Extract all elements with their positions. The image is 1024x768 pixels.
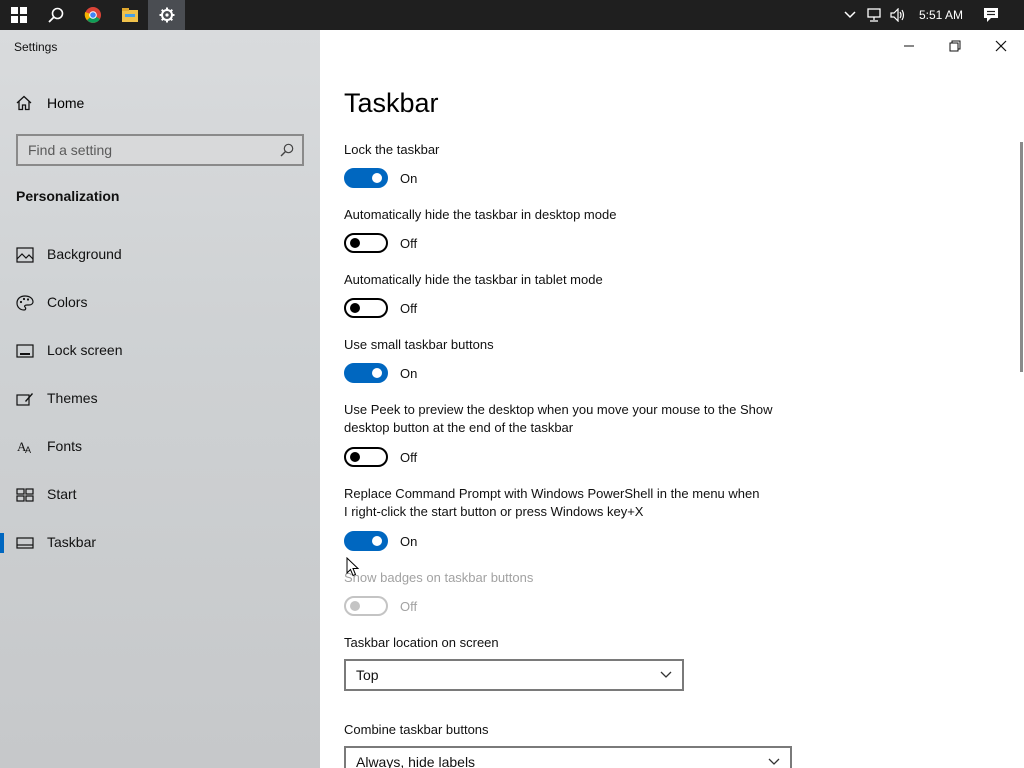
search-input[interactable] (18, 136, 268, 164)
sidebar-item-label: Lock screen (47, 342, 123, 358)
powershell-toggle[interactable] (344, 531, 388, 551)
sidebar-item-colors[interactable]: Colors (0, 283, 320, 323)
section-heading: Personalization (16, 188, 120, 204)
setting-lock-taskbar: Lock the taskbar On (344, 141, 814, 188)
volume-icon[interactable] (887, 0, 909, 30)
dropdown-value: Top (356, 667, 379, 683)
toggle-state: Off (400, 449, 418, 465)
toggle-state: Off (400, 300, 418, 316)
page-title: Taskbar (344, 88, 439, 118)
sidebar-item-label: Themes (47, 390, 98, 406)
dropdown-value: Always, hide labels (356, 754, 476, 768)
scrollbar[interactable] (1020, 142, 1023, 372)
setting-combine: Combine taskbar buttons (344, 721, 814, 739)
sidebar-item-taskbar[interactable]: Taskbar (0, 523, 320, 563)
setting-label: Use Peek to preview the desktop when you… (344, 402, 773, 435)
sidebar-item-start[interactable]: Start (0, 475, 320, 515)
setting-badges: Show badges on taskbar buttons Off (344, 569, 814, 616)
autohide-desktop-toggle[interactable] (344, 233, 388, 253)
chrome-icon[interactable] (74, 0, 111, 30)
home-label: Home (47, 95, 85, 111)
mouse-cursor-icon (346, 557, 360, 577)
restore-button[interactable] (940, 36, 970, 56)
toggle-state: Off (400, 235, 418, 251)
sidebar-item-home[interactable]: Home (16, 93, 84, 113)
setting-label: Automatically hide the taskbar in tablet… (344, 272, 603, 287)
small-buttons-toggle[interactable] (344, 363, 388, 383)
setting-label: Show badges on taskbar buttons (344, 570, 534, 585)
toggle-state: On (400, 365, 418, 381)
setting-label: Use small taskbar buttons (344, 337, 494, 352)
close-button[interactable] (986, 36, 1016, 56)
sidebar-item-label: Colors (47, 294, 88, 310)
file-explorer-icon[interactable] (111, 0, 148, 30)
clock[interactable]: 5:51 AM (910, 0, 972, 30)
search-icon[interactable] (37, 0, 74, 30)
setting-powershell: Replace Command Prompt with Windows Powe… (344, 485, 764, 551)
setting-label: Replace Command Prompt with Windows Powe… (344, 486, 760, 519)
setting-small-buttons: Use small taskbar buttons On (344, 336, 814, 383)
setting-peek: Use Peek to preview the desktop when you… (344, 401, 784, 467)
background-icon (16, 247, 34, 263)
toggle-state: Off (400, 598, 418, 614)
network-icon[interactable] (863, 0, 885, 30)
fonts-icon: AA (17, 439, 31, 455)
sidebar-item-label: Start (47, 486, 77, 502)
windows-start-icon[interactable] (0, 0, 37, 30)
taskbar-icon (16, 537, 34, 549)
setting-label: Taskbar location on screen (344, 635, 499, 650)
minimize-icon (904, 45, 914, 47)
sidebar-item-fonts[interactable]: AA Fonts (0, 427, 320, 467)
chevron-down-icon (660, 671, 672, 678)
peek-toggle[interactable] (344, 447, 388, 467)
settings-sidebar: Settings Home Personalization Background… (0, 30, 320, 768)
setting-location: Taskbar location on screen (344, 634, 814, 652)
close-icon (995, 40, 1007, 52)
minimize-button[interactable] (894, 36, 924, 56)
toggle-state: On (400, 533, 418, 549)
system-taskbar: 5:51 AM (0, 0, 1024, 30)
setting-label: Combine taskbar buttons (344, 722, 489, 737)
svg-text:A: A (25, 445, 31, 455)
setting-autohide-desktop: Automatically hide the taskbar in deskto… (344, 206, 814, 253)
sidebar-item-background[interactable]: Background (0, 235, 320, 275)
themes-icon (16, 393, 33, 406)
toggle-state: On (400, 170, 418, 186)
lock-screen-icon (16, 344, 34, 358)
action-center-icon[interactable] (978, 0, 1004, 30)
sidebar-item-label: Background (47, 246, 122, 262)
search-box[interactable] (16, 134, 304, 166)
search-icon[interactable] (280, 143, 294, 162)
restore-icon (949, 40, 961, 52)
location-dropdown[interactable]: Top (344, 659, 684, 691)
home-icon (16, 95, 32, 111)
setting-autohide-tablet: Automatically hide the taskbar in tablet… (344, 271, 814, 318)
settings-icon[interactable] (148, 0, 185, 30)
chevron-up-icon[interactable] (840, 0, 860, 30)
setting-label: Automatically hide the taskbar in deskto… (344, 207, 617, 222)
sidebar-item-themes[interactable]: Themes (0, 379, 320, 419)
badges-toggle (344, 596, 388, 616)
sidebar-item-label: Fonts (47, 438, 83, 454)
app-title: Settings (14, 40, 58, 54)
palette-icon (16, 295, 34, 311)
autohide-tablet-toggle[interactable] (344, 298, 388, 318)
sidebar-item-label: Taskbar (47, 534, 97, 550)
chevron-down-icon (768, 758, 780, 765)
combine-dropdown[interactable]: Always, hide labels (344, 746, 792, 768)
sidebar-item-lock-screen[interactable]: Lock screen (0, 331, 320, 371)
settings-content: Taskbar Lock the taskbar On Automaticall… (320, 30, 1024, 768)
lock-taskbar-toggle[interactable] (344, 168, 388, 188)
setting-label: Lock the taskbar (344, 142, 440, 157)
start-icon (16, 488, 34, 502)
